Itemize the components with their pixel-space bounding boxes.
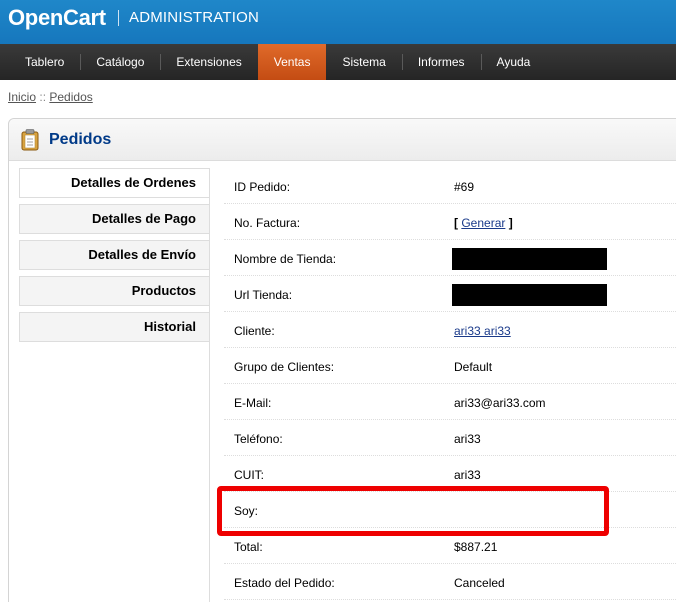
tab-payment-details[interactable]: Detalles de Pago: [19, 204, 210, 234]
store-url-label: Url Tienda:: [234, 288, 293, 302]
total-value: $887.21: [454, 540, 498, 554]
table-row: Estado del Pedido: Canceled: [224, 564, 676, 600]
tab-order-details[interactable]: Detalles de Ordenes: [19, 168, 210, 198]
breadcrumb: Inicio :: Pedidos: [8, 90, 93, 104]
customer-group-label: Grupo de Clientes:: [234, 360, 335, 374]
invoice-label: No. Factura:: [234, 216, 301, 230]
customer-label: Cliente:: [234, 324, 275, 338]
telephone-label: Teléfono:: [234, 432, 283, 446]
menu-ventas[interactable]: Ventas: [257, 44, 327, 80]
customer-value: ari33 ari33: [454, 324, 511, 338]
order-id-value: #69: [454, 180, 475, 194]
menu-tablero[interactable]: Tablero: [9, 44, 80, 80]
telephone-value: ari33: [454, 432, 481, 446]
box-heading: Pedidos: [9, 119, 676, 161]
order-status-value: Canceled: [454, 576, 505, 590]
menu-informes[interactable]: Informes: [401, 44, 481, 80]
table-row: Nombre de Tienda:: [224, 240, 676, 276]
tab-shipping-details[interactable]: Detalles de Envío: [19, 240, 210, 270]
order-status-label: Estado del Pedido:: [234, 576, 335, 590]
breadcrumb-separator: ::: [39, 90, 47, 104]
app-header: OpenCart ADMINISTRATION: [0, 0, 676, 44]
tabs-divider: [209, 168, 210, 602]
email-value: ari33@ari33.com: [454, 396, 546, 410]
vertical-tabs: Detalles de Ordenes Detalles de Pago Det…: [19, 168, 210, 348]
logo-divider: [118, 10, 119, 26]
email-label: E-Mail:: [234, 396, 272, 410]
cuit-label: CUIT:: [234, 468, 264, 482]
menu-catalogo[interactable]: Catálogo: [80, 44, 160, 80]
customer-group-value: Default: [454, 360, 493, 374]
cuit-value: ari33: [454, 468, 481, 482]
breadcrumb-current-link[interactable]: Pedidos: [49, 90, 92, 104]
invoice-value: [ Generar ]: [454, 216, 513, 230]
store-name-label: Nombre de Tienda:: [234, 252, 337, 266]
page-title: Pedidos: [49, 131, 112, 148]
redacted-store-name: [452, 248, 607, 270]
generate-invoice-link[interactable]: Generar: [461, 216, 505, 230]
red-highlight-annotation: [217, 486, 609, 536]
total-label: Total:: [234, 540, 263, 554]
table-row: Teléfono: ari33: [224, 420, 676, 456]
menu-extensiones[interactable]: Extensiones: [160, 44, 257, 80]
customer-link[interactable]: ari33 ari33: [454, 324, 511, 338]
menu-sistema[interactable]: Sistema: [326, 44, 401, 80]
clipboard-icon: [21, 129, 39, 151]
table-row: No. Factura: [ Generar ]: [224, 204, 676, 240]
bracket-close: ]: [505, 216, 513, 230]
table-row: Url Tienda:: [224, 276, 676, 312]
table-row: ID Pedido: #69: [224, 168, 676, 204]
admin-subtitle: ADMINISTRATION: [129, 9, 260, 26]
breadcrumb-home-link[interactable]: Inicio: [8, 90, 36, 104]
table-row: Cliente: ari33 ari33: [224, 312, 676, 348]
order-id-label: ID Pedido:: [234, 180, 291, 194]
tab-history[interactable]: Historial: [19, 312, 210, 342]
table-row: E-Mail: ari33@ari33.com: [224, 384, 676, 420]
main-menu: Tablero Catálogo Extensiones Ventas Sist…: [0, 44, 676, 80]
table-row: Grupo de Clientes: Default: [224, 348, 676, 384]
menu-ayuda[interactable]: Ayuda: [480, 44, 547, 80]
tab-products[interactable]: Productos: [19, 276, 210, 306]
redacted-store-url: [452, 284, 607, 306]
opencart-logo[interactable]: OpenCart: [8, 5, 106, 31]
